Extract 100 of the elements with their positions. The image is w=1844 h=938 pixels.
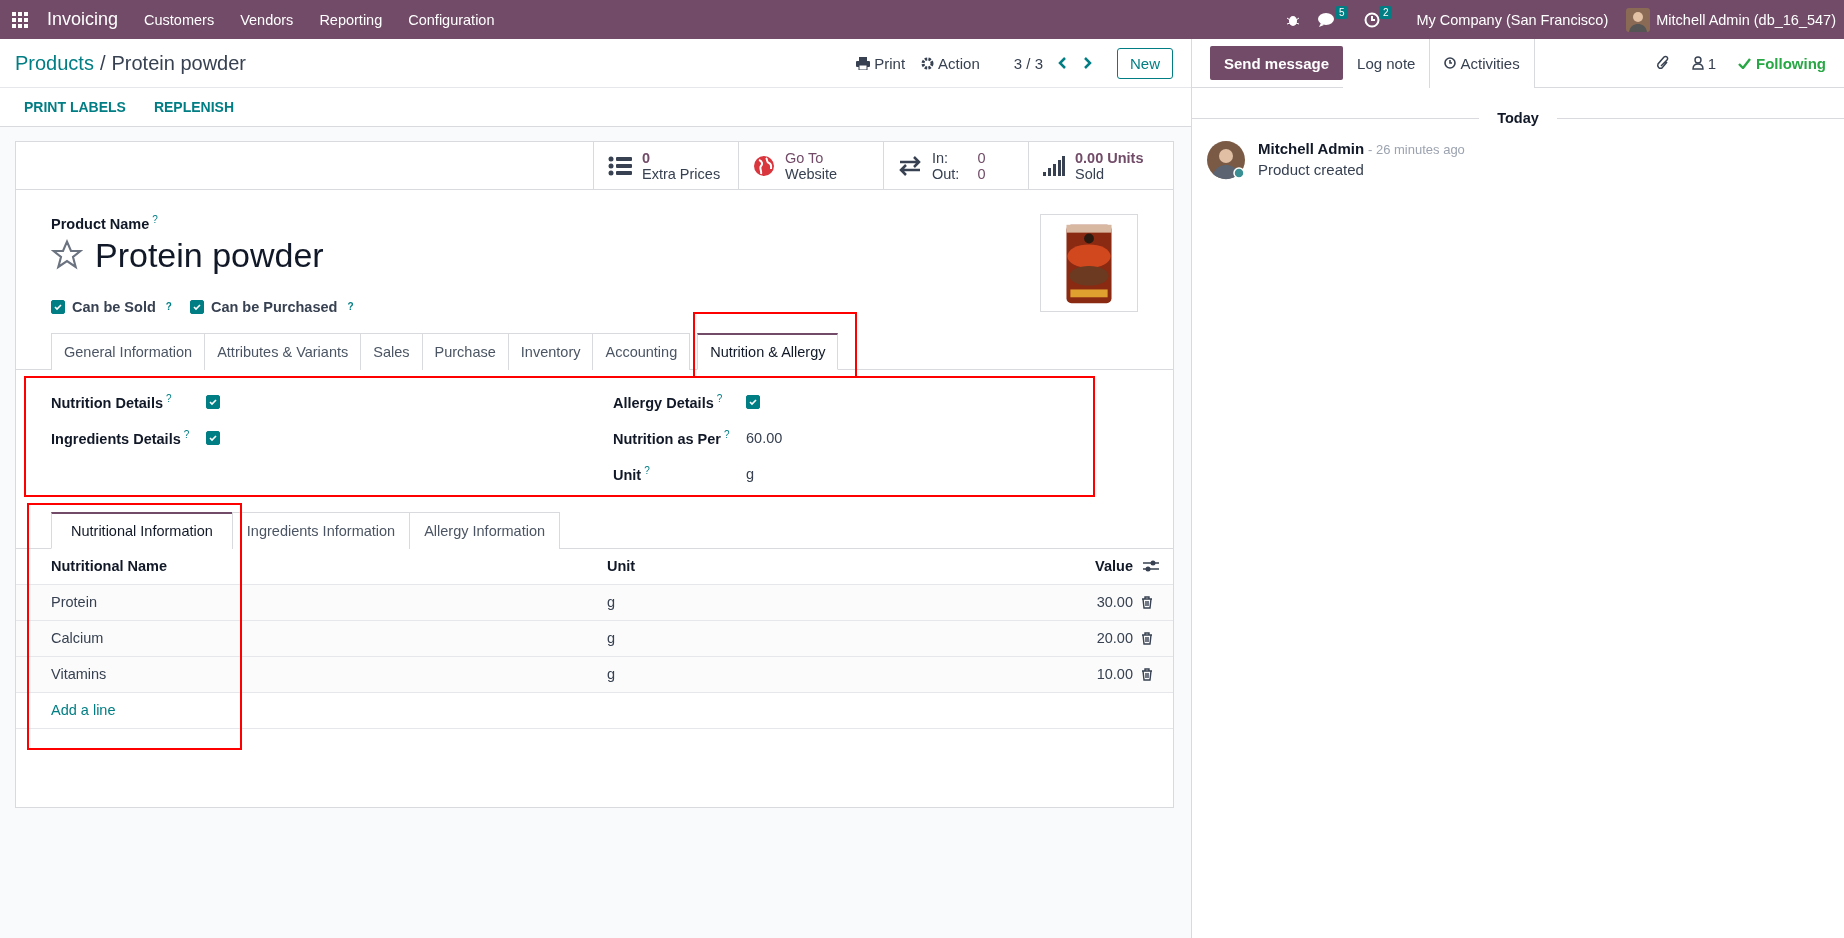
table-cell-text: g [607, 594, 617, 611]
table-cell-text: 30.00 [1095, 594, 1133, 611]
signal-bars-icon [1043, 155, 1065, 176]
breadcrumb-link[interactable]: Products [15, 51, 94, 75]
menu-item[interactable]: Configuration [395, 11, 508, 28]
form-tab[interactable]: Accounting [592, 332, 691, 370]
chatter-button[interactable]: Send message [1210, 46, 1344, 80]
column-settings-icon[interactable] [1143, 559, 1159, 574]
checkbox[interactable] [206, 430, 220, 445]
user-avatar[interactable] [1626, 7, 1651, 32]
field-value: g [746, 465, 755, 482]
checkbox[interactable] [189, 299, 204, 314]
paperclip-icon[interactable] [1655, 55, 1670, 71]
printer-icon [856, 56, 871, 70]
pager-value: 3 / 3 [1013, 54, 1043, 72]
form-tab[interactable]: Attributes & Variants [204, 332, 362, 370]
form-tab[interactable]: Nutrition & Allergy [697, 332, 839, 370]
form-tab[interactable]: Ingredients Information [231, 511, 411, 549]
checkmark-icon [748, 396, 758, 407]
column-header[interactable]: Value [973, 558, 1133, 575]
field-value: 60.00 [746, 429, 783, 446]
checkmark-icon [208, 432, 218, 443]
add-line-link[interactable]: Add a line [51, 702, 116, 719]
help-mark[interactable]: ? [165, 301, 172, 313]
stat-value: 0 [977, 149, 986, 166]
print-button[interactable]: Print [848, 54, 914, 72]
list-icon [608, 155, 632, 176]
checkbox-label: Can be Sold [72, 298, 156, 315]
message-time: - 26 minutes ago [1368, 142, 1465, 157]
breadcrumb-separator: / [99, 51, 106, 75]
form-tab[interactable]: Nutritional Information [51, 511, 233, 549]
field-label: Nutrition as Per [613, 430, 721, 447]
column-header[interactable]: Unit [607, 558, 973, 575]
checkbox[interactable] [746, 394, 760, 409]
form-tab[interactable]: Allergy Information [409, 511, 561, 549]
product-name: Protein powder [95, 235, 324, 275]
count-badge: 5 [1334, 5, 1349, 19]
clock-icon[interactable] [1364, 11, 1381, 28]
company-switcher[interactable]: My Company (San Francisco) [1416, 11, 1609, 28]
field-label: Allergy Details [613, 394, 714, 411]
menu-item[interactable]: Reporting [306, 11, 396, 28]
help-mark[interactable]: ? [347, 301, 354, 313]
help-mark[interactable]: ? [723, 428, 730, 440]
form-tab[interactable]: Purchase [421, 332, 509, 370]
form-tab[interactable]: Inventory [507, 332, 594, 370]
help-mark[interactable]: ? [166, 392, 172, 404]
app-grid-icon[interactable] [12, 11, 28, 28]
star-icon[interactable] [51, 239, 83, 272]
form-tab[interactable]: General Information [51, 332, 206, 370]
checkmark-icon [1738, 57, 1751, 69]
chatter-button[interactable]: Log note [1343, 38, 1431, 88]
help-mark[interactable]: ? [152, 214, 158, 225]
menu-item[interactable]: Customers [131, 11, 228, 28]
chevron-right-icon[interactable] [1081, 56, 1093, 70]
chatter-button[interactable]: Activities [1430, 38, 1535, 88]
new-button[interactable]: New [1117, 47, 1173, 79]
action-button[interactable]: Action [913, 54, 988, 72]
help-mark[interactable]: ? [716, 392, 723, 404]
user-menu[interactable]: Mitchell Admin (db_16_547) [1656, 11, 1836, 28]
table-cell-text: 10.00 [1095, 666, 1133, 683]
field-label: Product Name [51, 215, 150, 232]
table-cell-text: g [607, 666, 617, 683]
stat-label: Sold [1075, 165, 1106, 182]
help-mark[interactable]: ? [644, 464, 650, 476]
message-body: Product created [1258, 161, 1365, 178]
message-author: Mitchell Admin [1258, 140, 1365, 157]
app-name[interactable]: Invoicing [34, 9, 132, 30]
transfer-icon [898, 155, 922, 176]
header-button[interactable]: REPLENISH [143, 95, 244, 119]
table-cell-text: 20.00 [1095, 630, 1133, 647]
checkmark-icon [208, 396, 218, 407]
author-avatar [1206, 140, 1246, 180]
column-header[interactable]: Nutritional Name [51, 558, 607, 575]
user-icon[interactable] [1691, 56, 1704, 70]
chat-icon[interactable] [1318, 11, 1337, 28]
stat-value: 0 [642, 149, 652, 166]
checkbox[interactable] [206, 394, 220, 409]
stat-value: Go To [785, 149, 825, 166]
field-label: Ingredients Details [51, 430, 181, 447]
field-label: Nutrition Details [51, 394, 163, 411]
form-tab[interactable]: Sales [360, 332, 423, 370]
count-badge: 2 [1378, 5, 1393, 19]
checkmark-icon [191, 301, 202, 312]
field-label: Unit [613, 466, 642, 483]
header-button[interactable]: PRINT LABELS [14, 95, 136, 119]
menu-item[interactable]: Vendors [227, 11, 307, 28]
help-mark[interactable]: ? [183, 428, 190, 440]
followers-count[interactable]: 1 [1707, 54, 1716, 72]
trash-icon[interactable] [1141, 667, 1153, 681]
gear-icon [921, 56, 935, 70]
record-title: Protein powder [111, 51, 247, 75]
checkbox[interactable] [51, 299, 65, 314]
trash-icon[interactable] [1141, 595, 1153, 609]
stat-label: Website [785, 165, 838, 182]
table-cell-text: Calcium [51, 630, 105, 647]
globe-icon [753, 154, 775, 177]
trash-icon[interactable] [1141, 631, 1153, 645]
stat-label: In: [932, 149, 950, 166]
checkmark-icon [53, 301, 63, 312]
chevron-left-icon[interactable] [1057, 56, 1069, 70]
